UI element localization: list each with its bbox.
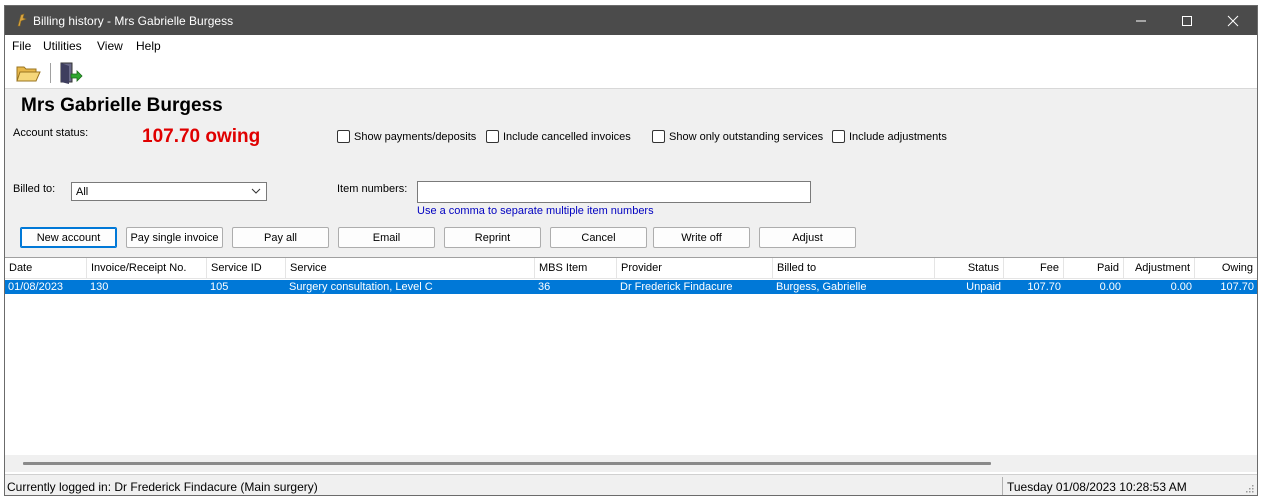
menu-utilities[interactable]: Utilities bbox=[43, 39, 82, 53]
column-header-provider[interactable]: Provider bbox=[617, 258, 773, 279]
menu-file[interactable]: File bbox=[12, 39, 31, 53]
column-header-date[interactable]: Date bbox=[5, 258, 87, 279]
cell-mbs-item: 36 bbox=[538, 281, 551, 293]
column-header-adjustment[interactable]: Adjustment bbox=[1124, 258, 1195, 279]
close-button[interactable] bbox=[1210, 6, 1256, 35]
resize-grip-icon[interactable] bbox=[1244, 483, 1254, 493]
owing-amount: 107.70 owing bbox=[142, 126, 261, 147]
open-button[interactable] bbox=[15, 61, 41, 85]
item-numbers-label: Item numbers: bbox=[337, 183, 408, 195]
item-numbers-hint: Use a comma to separate multiple item nu… bbox=[417, 205, 654, 217]
status-separator bbox=[1002, 477, 1003, 495]
column-header-billed-to[interactable]: Billed to bbox=[773, 258, 935, 279]
chevron-down-icon bbox=[251, 188, 261, 194]
column-header-service[interactable]: Service bbox=[286, 258, 535, 279]
billing-table[interactable]: Date Invoice/Receipt No. Service ID Serv… bbox=[5, 257, 1257, 477]
table-row[interactable]: 01/08/2023 130 105 Surgery consultation,… bbox=[5, 280, 1257, 294]
account-status-label: Account status: bbox=[13, 127, 89, 139]
toolbar-separator bbox=[50, 63, 51, 83]
show-payments-label: Show payments/deposits bbox=[354, 130, 477, 143]
cell-billed-to: Burgess, Gabrielle bbox=[776, 281, 867, 293]
checkbox-box[interactable] bbox=[832, 130, 845, 143]
cell-fee: 107.70 bbox=[1027, 281, 1061, 293]
cell-invoice: 130 bbox=[90, 281, 109, 293]
cell-status: Unpaid bbox=[966, 281, 1001, 293]
include-cancelled-checkbox[interactable]: Include cancelled invoices bbox=[486, 130, 631, 143]
column-header-owing[interactable]: Owing bbox=[1195, 258, 1257, 279]
column-header-paid[interactable]: Paid bbox=[1064, 258, 1124, 279]
pay-single-invoice-button[interactable]: Pay single invoice bbox=[126, 227, 223, 248]
toolbar bbox=[5, 55, 1257, 89]
menu-bar: File Utilities View Help bbox=[5, 35, 1257, 55]
item-numbers-input[interactable] bbox=[417, 181, 811, 203]
close-icon bbox=[1227, 15, 1239, 26]
column-header-status[interactable]: Status bbox=[935, 258, 1004, 279]
cell-service-id: 105 bbox=[210, 281, 229, 293]
title-bar[interactable]: Billing history - Mrs Gabrielle Burgess bbox=[5, 6, 1257, 35]
logged-in-status: Currently logged in: Dr Frederick Findac… bbox=[7, 480, 318, 494]
horizontal-scrollbar[interactable] bbox=[5, 455, 1257, 472]
cell-owing: 107.70 bbox=[1220, 281, 1254, 293]
datetime-status: Tuesday 01/08/2023 10:28:53 AM bbox=[1007, 480, 1187, 494]
write-off-button[interactable]: Write off bbox=[653, 227, 750, 248]
email-button[interactable]: Email bbox=[338, 227, 435, 248]
column-header-invoice[interactable]: Invoice/Receipt No. bbox=[87, 258, 207, 279]
cell-service: Surgery consultation, Level C bbox=[289, 281, 433, 293]
pay-all-button[interactable]: Pay all bbox=[232, 227, 329, 248]
cell-provider: Dr Frederick Findacure bbox=[620, 281, 733, 293]
checkbox-box[interactable] bbox=[337, 130, 350, 143]
cancel-button[interactable]: Cancel bbox=[550, 227, 647, 248]
show-payments-checkbox[interactable]: Show payments/deposits bbox=[337, 130, 476, 143]
exit-button[interactable] bbox=[57, 61, 83, 85]
billing-history-window: Billing history - Mrs Gabrielle Burgess … bbox=[4, 5, 1258, 496]
checkbox-box[interactable] bbox=[652, 130, 665, 143]
minimize-icon bbox=[1136, 20, 1146, 21]
adjust-button[interactable]: Adjust bbox=[759, 227, 856, 248]
maximize-icon bbox=[1182, 15, 1192, 26]
include-cancelled-label: Include cancelled invoices bbox=[503, 130, 631, 143]
billed-to-label: Billed to: bbox=[13, 183, 56, 195]
status-bar: Currently logged in: Dr Frederick Findac… bbox=[5, 474, 1257, 495]
cell-date: 01/08/2023 bbox=[8, 281, 64, 293]
folder-open-icon bbox=[16, 66, 41, 82]
show-outstanding-checkbox[interactable]: Show only outstanding services bbox=[652, 130, 823, 143]
table-header: Date Invoice/Receipt No. Service ID Serv… bbox=[5, 258, 1257, 279]
maximize-button[interactable] bbox=[1164, 6, 1210, 35]
column-header-service-id[interactable]: Service ID bbox=[207, 258, 286, 279]
main-content: Mrs Gabrielle Burgess Account status: 10… bbox=[5, 89, 1257, 489]
include-adjustments-label: Include adjustments bbox=[849, 130, 947, 143]
patient-name: Mrs Gabrielle Burgess bbox=[21, 95, 223, 116]
include-adjustments-checkbox[interactable]: Include adjustments bbox=[832, 130, 947, 143]
cell-paid: 0.00 bbox=[1099, 281, 1121, 293]
billed-to-select[interactable]: All bbox=[71, 182, 267, 201]
minimize-button[interactable] bbox=[1118, 6, 1164, 35]
menu-help[interactable]: Help bbox=[136, 39, 161, 53]
app-icon bbox=[17, 13, 27, 27]
new-account-button[interactable]: New account bbox=[20, 227, 117, 248]
menu-view[interactable]: View bbox=[97, 39, 123, 53]
reprint-button[interactable]: Reprint bbox=[444, 227, 541, 248]
cell-adjustment: 0.00 bbox=[1170, 281, 1192, 293]
checkbox-box[interactable] bbox=[486, 130, 499, 143]
show-outstanding-label: Show only outstanding services bbox=[669, 130, 824, 143]
window-title: Billing history - Mrs Gabrielle Burgess bbox=[33, 14, 234, 28]
billed-to-value: All bbox=[76, 186, 89, 198]
exit-door-icon bbox=[60, 62, 83, 84]
column-header-fee[interactable]: Fee bbox=[1004, 258, 1064, 279]
scrollbar-thumb[interactable] bbox=[23, 462, 991, 465]
column-header-mbs-item[interactable]: MBS Item bbox=[535, 258, 617, 279]
